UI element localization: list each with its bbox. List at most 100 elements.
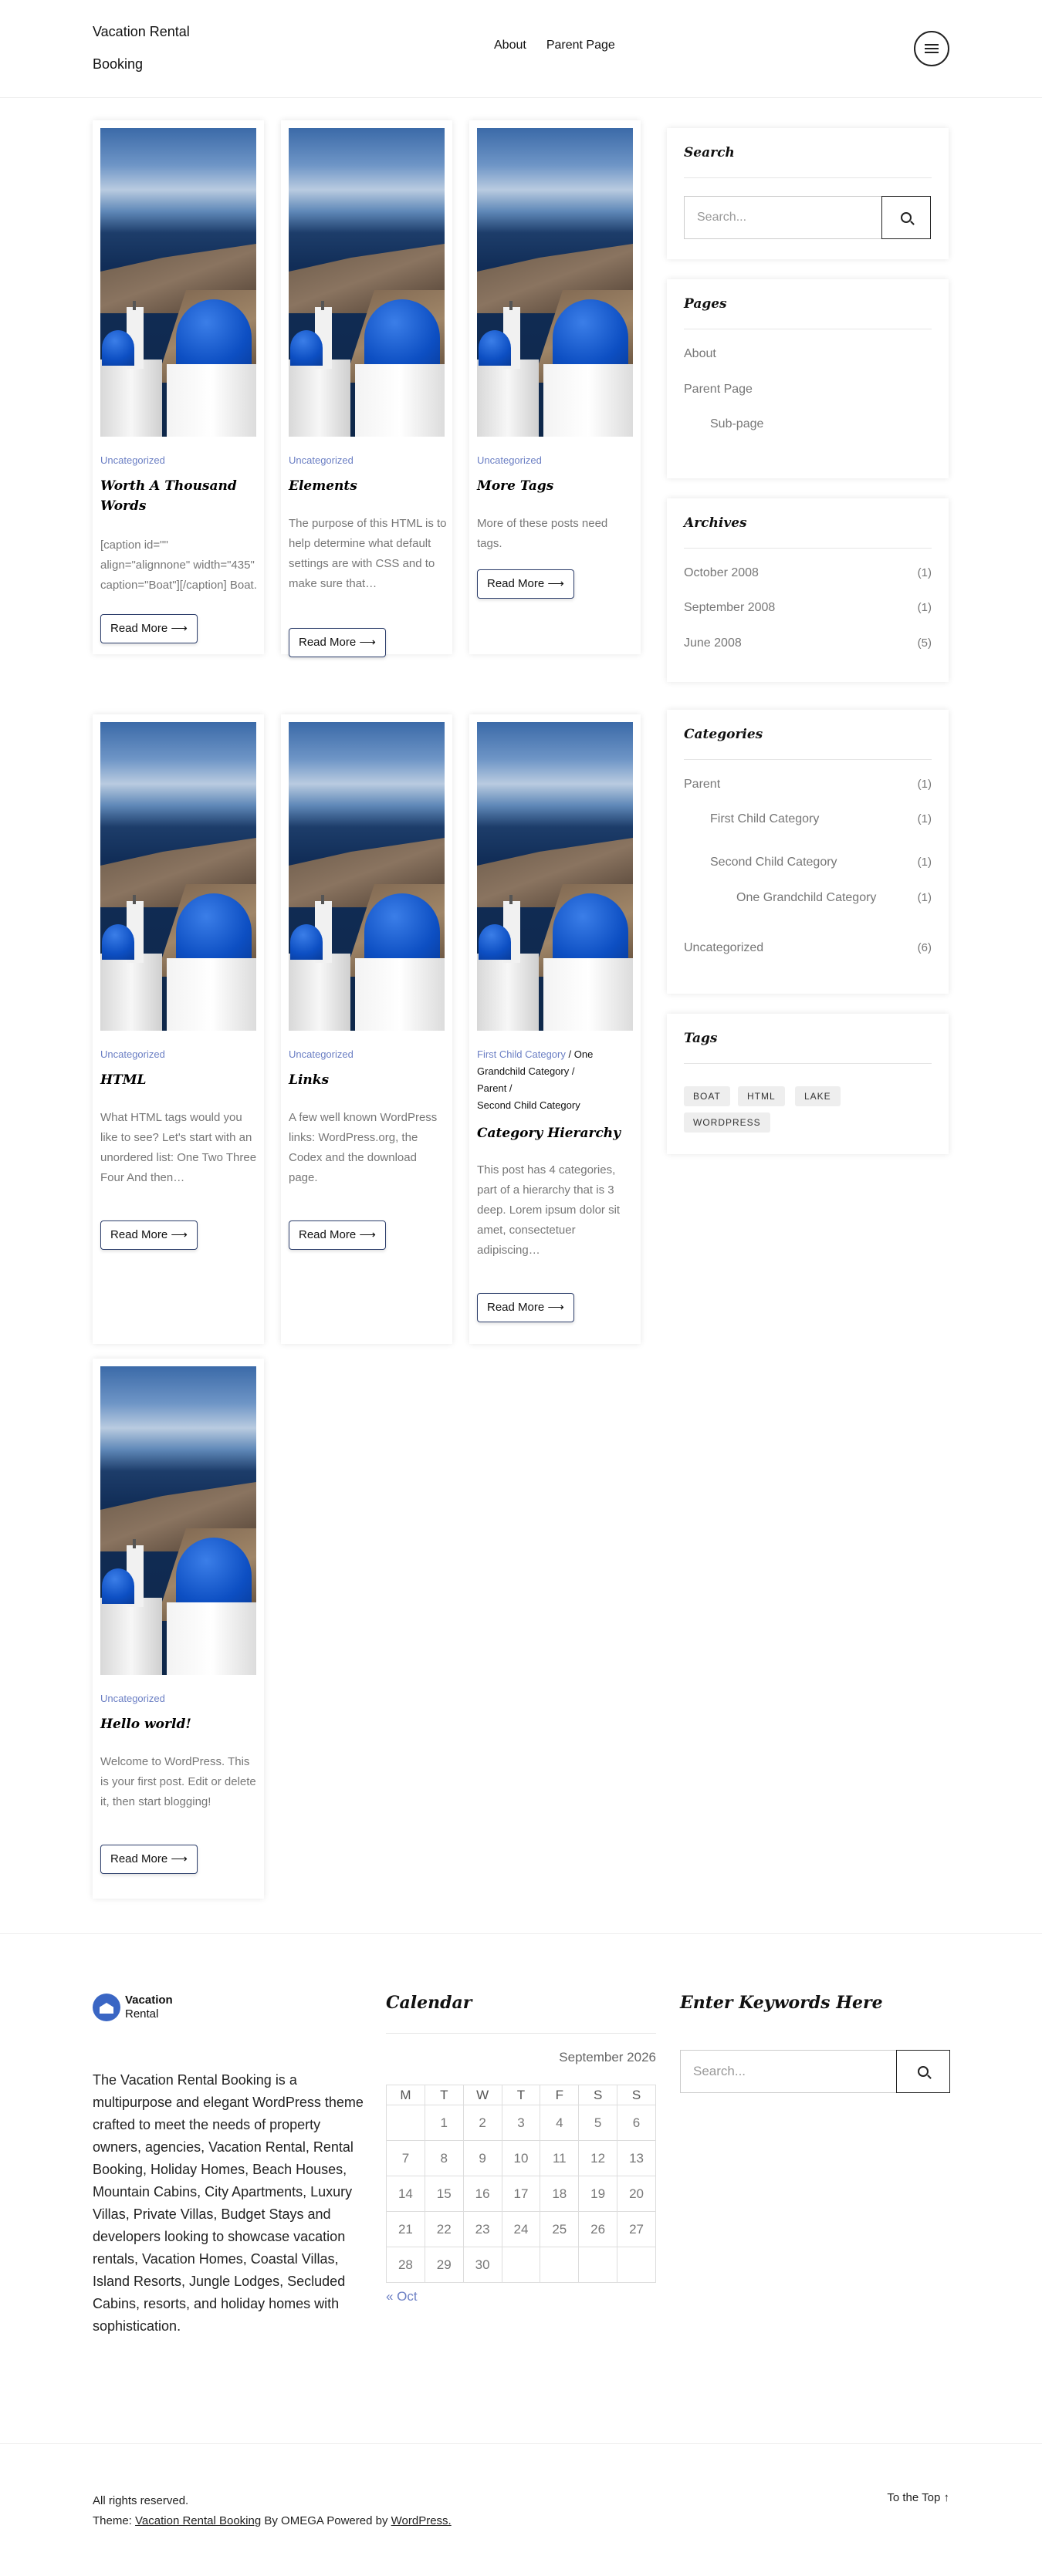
post-title[interactable]: Hello world! (100, 1714, 256, 1734)
read-more-button[interactable]: Read More ⟶ (289, 1220, 386, 1250)
main-nav: About Parent Page (494, 39, 615, 52)
category-link[interactable]: Uncategorized (684, 941, 763, 955)
widget-title: Categories (684, 727, 763, 742)
category-link[interactable]: First Child Category (710, 812, 819, 826)
calendar-day-header: S (617, 2085, 656, 2105)
post-thumbnail[interactable] (477, 128, 633, 437)
tag-link[interactable]: LAKE (795, 1086, 841, 1106)
footer-search-button[interactable] (896, 2050, 950, 2093)
category-separator: / (565, 1048, 572, 1060)
calendar-week: 123456 (386, 2105, 656, 2141)
theme-link[interactable]: Vacation Rental Booking (135, 2514, 261, 2527)
post-title[interactable]: Worth A Thousand Words (100, 476, 256, 516)
wordpress-link[interactable]: WordPress. (391, 2514, 452, 2527)
search-input[interactable] (684, 196, 881, 239)
copyright: All rights reserved. Theme: Vacation Ren… (93, 2491, 452, 2531)
post-category[interactable]: Uncategorized (100, 452, 165, 469)
page-link-about[interactable]: About (684, 347, 716, 361)
post-excerpt: [caption id="" align="alignnone" width="… (100, 538, 257, 592)
calendar-day: 13 (617, 2140, 656, 2176)
post-category[interactable]: Parent (477, 1082, 506, 1094)
search-widget: Search (667, 128, 949, 259)
post-card: First Child Category / One Grandchild Ca… (469, 714, 641, 1344)
calendar-day: 20 (617, 2176, 656, 2212)
calendar-day: 27 (617, 2211, 656, 2247)
read-more-button[interactable]: Read More ⟶ (477, 1293, 574, 1322)
calendar-day: 12 (578, 2140, 618, 2176)
post-title[interactable]: Elements (289, 476, 445, 496)
read-more-button[interactable]: Read More ⟶ (100, 1845, 198, 1874)
logo-line-2: Rental (125, 2007, 159, 2021)
calendar-day: 24 (501, 2211, 541, 2247)
widget-title: Search (684, 145, 735, 160)
calendar-prev-link[interactable]: « Oct (386, 2289, 418, 2304)
site-title[interactable]: Vacation Rental Booking (93, 15, 224, 80)
calendar-day: 15 (424, 2176, 464, 2212)
archive-link[interactable]: October 2008 (684, 566, 759, 580)
nav-item-parent-page[interactable]: Parent Page (546, 39, 615, 52)
categories-widget: Categories Parent (1) First Child Catego… (667, 710, 949, 994)
calendar-day-header: T (501, 2085, 541, 2105)
post-thumbnail[interactable] (477, 722, 633, 1031)
calendar-title: Calendar (386, 1993, 472, 2013)
archive-link[interactable]: June 2008 (684, 636, 742, 650)
category-separator: / (506, 1082, 513, 1094)
post-thumbnail[interactable] (100, 722, 256, 1031)
footer-search-input[interactable] (680, 2050, 896, 2093)
calendar-day: 10 (501, 2140, 541, 2176)
category-link[interactable]: Second Child Category (710, 856, 837, 869)
post-title[interactable]: Category Hierarchy (477, 1123, 633, 1143)
tag-link[interactable]: BOAT (684, 1086, 730, 1106)
post-excerpt: What HTML tags would you like to see? Le… (100, 1111, 257, 1184)
page-link-sub-page[interactable]: Sub-page (710, 417, 763, 431)
tag-link[interactable]: HTML (738, 1086, 785, 1106)
archive-count: (1) (917, 601, 932, 614)
post-thumbnail[interactable] (100, 128, 256, 437)
logo-line-1: Vacation (125, 1994, 173, 2007)
calendar-day: 6 (617, 2105, 656, 2141)
calendar-day: 29 (424, 2247, 464, 2283)
post-category[interactable]: Uncategorized (477, 452, 542, 469)
read-more-button[interactable]: Read More ⟶ (100, 1220, 198, 1250)
page-link-parent-page[interactable]: Parent Page (684, 383, 753, 397)
footer-about-text: The Vacation Rental Booking is a multipu… (93, 2072, 364, 2334)
post-category[interactable]: Second Child Category (477, 1099, 580, 1111)
calendar-day: 18 (540, 2176, 580, 2212)
post-card: Uncategorized Elements The purpose of th… (281, 120, 452, 657)
calendar-day (617, 2247, 656, 2283)
post-title[interactable]: More Tags (477, 476, 633, 496)
calendar-day: 28 (386, 2247, 425, 2283)
calendar-day (578, 2247, 618, 2283)
post-thumbnail[interactable] (289, 722, 445, 1031)
divider (0, 2443, 1042, 2444)
category-link[interactable]: Parent (684, 778, 720, 792)
post-title[interactable]: HTML (100, 1070, 256, 1090)
read-more-button[interactable]: Read More ⟶ (100, 614, 198, 643)
calendar-day: 25 (540, 2211, 580, 2247)
post-category[interactable]: Uncategorized (100, 1690, 165, 1707)
post-category[interactable]: Uncategorized (289, 1046, 354, 1063)
calendar-week: 28 29 30 (386, 2247, 656, 2283)
category-link[interactable]: One Grandchild Category (736, 891, 876, 905)
archive-link[interactable]: September 2008 (684, 601, 775, 615)
calendar-day: 9 (462, 2140, 502, 2176)
site-footer: Vacation Rental The Vacation Rental Book… (0, 1933, 1042, 2576)
search-button[interactable] (881, 196, 931, 239)
nav-item-about[interactable]: About (494, 39, 526, 52)
footer-logo[interactable]: Vacation Rental (93, 1994, 173, 2021)
calendar-day-header: S (578, 2085, 618, 2105)
post-thumbnail[interactable] (289, 128, 445, 437)
post-category[interactable]: Uncategorized (100, 1046, 165, 1063)
read-more-button[interactable]: Read More ⟶ (289, 628, 386, 657)
read-more-button[interactable]: Read More ⟶ (477, 569, 574, 599)
back-to-top-link[interactable]: To the Top ↑ (887, 2491, 949, 2504)
post-title[interactable]: Links (289, 1070, 445, 1090)
hamburger-menu-icon[interactable] (914, 31, 949, 66)
calendar-day: 16 (462, 2176, 502, 2212)
tag-link[interactable]: WORDPRESS (684, 1112, 770, 1133)
pages-widget: Pages About Parent Page Sub-page (667, 279, 949, 478)
post-category[interactable]: First Child Category (477, 1048, 566, 1060)
post-thumbnail[interactable] (100, 1366, 256, 1675)
post-category[interactable]: Uncategorized (289, 452, 354, 469)
search-form (684, 196, 931, 239)
